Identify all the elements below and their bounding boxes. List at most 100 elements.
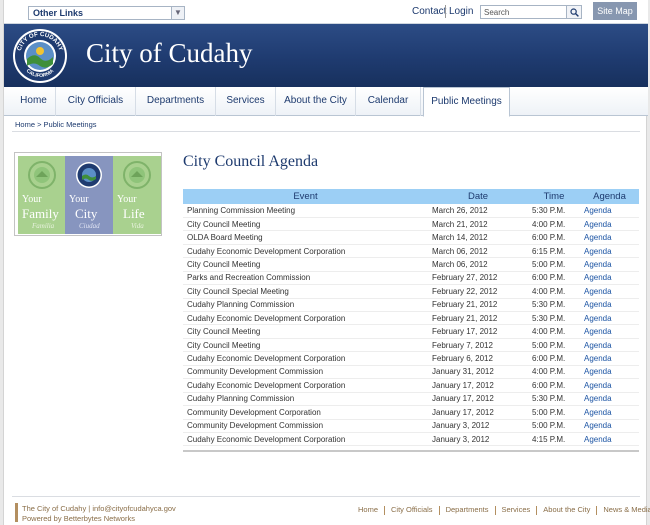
emblem-icon [123, 161, 151, 189]
table-row: City Council Meeting February 17, 2012 4:0… [183, 324, 639, 339]
event-cell: Cudahy Economic Development Corporation [183, 351, 428, 366]
time-cell: 5:00 P.M. [528, 419, 580, 433]
site-title: City of Cudahy [86, 38, 253, 68]
divider [12, 496, 640, 497]
nav-item-calendar[interactable]: Calendar [356, 87, 421, 116]
divider [494, 505, 496, 515]
time-cell: 5:30 P.M. [528, 298, 580, 313]
footer-link-departments[interactable]: Departments [446, 505, 489, 514]
date-cell: January 17, 2012 [428, 392, 528, 407]
event-cell: Cudahy Planning Commission [183, 298, 428, 313]
time-cell: 5:30 P.M. [528, 204, 580, 218]
divider [438, 505, 440, 515]
nav-item-departments[interactable]: Departments [136, 87, 216, 116]
footer-link-city-officials[interactable]: City Officials [391, 505, 433, 514]
agenda-link[interactable]: Agenda [580, 432, 639, 447]
site-map-button[interactable]: Site Map [593, 2, 637, 20]
promo-line2: Life [123, 206, 145, 221]
event-cell: Community Development Corporation [183, 405, 428, 420]
footer-links: Home City Officials Departments Services Abo… [358, 505, 650, 515]
nav-item-city-officials[interactable]: City Officials [56, 87, 136, 116]
agenda-link[interactable]: Agenda [580, 298, 639, 313]
search-input[interactable] [480, 5, 568, 19]
column-header-event: Event [183, 189, 428, 204]
city-seal-logo[interactable]: CITY OF CUDAHY CALIFORNIA [12, 28, 68, 84]
main-nav: Home City Officials Departments Services… [4, 87, 648, 117]
contact-link[interactable]: Contact [412, 6, 446, 17]
table-row: Cudahy Planning Commission January 17, 20… [183, 392, 639, 407]
table-row: Parks and Recreation Commission February … [183, 271, 639, 286]
footer-link-news-media[interactable]: News & Media [603, 505, 650, 514]
nav-item-services[interactable]: Services [216, 87, 276, 116]
promo-line1: Your [117, 194, 137, 205]
agenda-link[interactable]: Agenda [580, 271, 639, 286]
agenda-link[interactable]: Agenda [580, 244, 639, 259]
agenda-link[interactable]: Agenda [580, 351, 639, 366]
agenda-link[interactable]: Agenda [580, 378, 639, 393]
other-links-select[interactable]: Other Links ▼ [28, 6, 185, 20]
event-cell: Cudahy Economic Development Corporation [183, 432, 428, 447]
agenda-link[interactable]: Agenda [580, 257, 639, 272]
agenda-link[interactable]: Agenda [580, 230, 639, 245]
agenda-link[interactable]: Agenda [580, 365, 639, 380]
promo-panel-city: Your City Ciudad [65, 156, 113, 234]
footer-contact[interactable]: The City of Cudahy | info@cityofcudahyca… [22, 504, 176, 513]
footer-link-about-the-city[interactable]: About the City [543, 505, 590, 514]
promo-line1: Your [69, 194, 89, 205]
search-button[interactable] [566, 5, 582, 19]
date-cell: March 14, 2012 [428, 230, 528, 245]
promo-panel-life: Your Life Vida [113, 156, 161, 234]
footer-link-services[interactable]: Services [502, 505, 531, 514]
agenda-table-body: Planning Commission Meeting March 26, 201… [183, 204, 639, 447]
agenda-link[interactable]: Agenda [580, 284, 639, 299]
agenda-link[interactable]: Agenda [580, 217, 639, 232]
table-row: Community Development Corporation January… [183, 405, 639, 420]
agenda-link[interactable]: Agenda [580, 204, 639, 218]
promo-line2: Family [22, 206, 59, 221]
promo-graphic[interactable]: Your Family Familia Your City Ciudad You… [14, 152, 162, 236]
table-row: Cudahy Economic Development Corporation F… [183, 311, 639, 326]
page-title: City Council Agenda [183, 153, 319, 170]
event-cell: City Council Meeting [183, 324, 428, 339]
date-cell: March 21, 2012 [428, 217, 528, 232]
event-cell: Community Development Commission [183, 365, 428, 380]
nav-item-public-meetings[interactable]: Public Meetings [423, 87, 510, 117]
table-row: Planning Commission Meeting March 26, 201… [183, 204, 639, 218]
divider [384, 505, 386, 515]
agenda-link[interactable]: Agenda [580, 311, 639, 326]
date-cell: March 26, 2012 [428, 204, 528, 218]
nav-item-home[interactable]: Home [12, 87, 56, 116]
promo-line3: Vida [131, 222, 144, 230]
table-row: Community Development Commission January … [183, 419, 639, 433]
footer-link-home[interactable]: Home [358, 505, 378, 514]
date-cell: February 6, 2012 [428, 351, 528, 366]
agenda-link[interactable]: Agenda [580, 338, 639, 353]
divider [12, 131, 640, 132]
chevron-down-icon[interactable]: ▼ [171, 7, 184, 19]
other-links-label: Other Links [33, 8, 84, 18]
table-row: OLDA Board Meeting March 14, 2012 6:00 P.M… [183, 230, 639, 245]
login-link[interactable]: Login [449, 6, 473, 17]
table-row: Cudahy Planning Commission February 21, 2… [183, 298, 639, 313]
agenda-link[interactable]: Agenda [580, 324, 639, 339]
time-cell: 6:00 P.M. [528, 271, 580, 286]
event-cell: City Council Meeting [183, 257, 428, 272]
agenda-link[interactable]: Agenda [580, 392, 639, 407]
table-row: Cudahy Economic Development Corporation J… [183, 432, 639, 447]
time-cell: 5:30 P.M. [528, 392, 580, 407]
table-row: City Council Meeting February 7, 2012 5:00… [183, 338, 639, 353]
agenda-link[interactable]: Agenda [580, 405, 639, 420]
date-cell: February 27, 2012 [428, 271, 528, 286]
time-cell: 5:00 P.M. [528, 338, 580, 353]
promo-line3: Ciudad [79, 222, 100, 230]
date-cell: January 31, 2012 [428, 365, 528, 380]
breadcrumb[interactable]: Home > Public Meetings [15, 120, 97, 129]
header-banner: CITY OF CUDAHY CALIFORNIA City of Cudahy [4, 24, 648, 87]
event-cell: City Council Meeting [183, 338, 428, 353]
event-cell: Cudahy Economic Development Corporation [183, 311, 428, 326]
footer-credit[interactable]: Powered by Betterbytes Networks [22, 514, 135, 523]
divider [596, 505, 598, 515]
agenda-link[interactable]: Agenda [580, 419, 639, 433]
nav-item-about-the-city[interactable]: About the City [276, 87, 356, 116]
time-cell: 4:00 P.M. [528, 365, 580, 380]
